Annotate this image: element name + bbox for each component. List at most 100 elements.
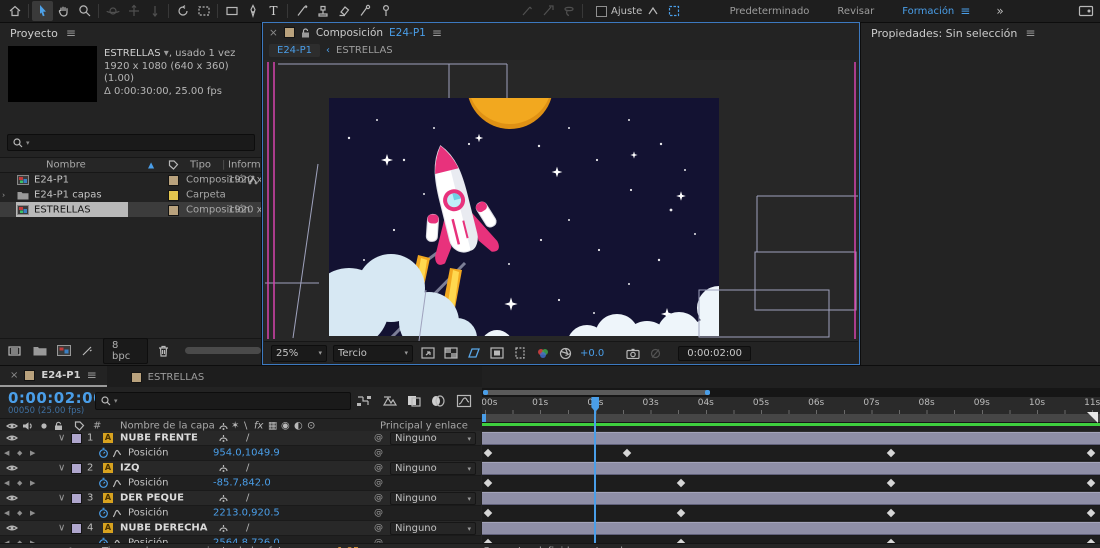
property-name[interactable]: Posición	[128, 448, 169, 459]
playhead-line[interactable]	[594, 397, 596, 543]
mask-visibility-icon[interactable]	[465, 345, 482, 361]
comp-end-marker[interactable]	[1087, 412, 1098, 423]
frame-blend-column-icon[interactable]: ▦	[268, 420, 277, 431]
search-caret-icon[interactable]: ▾	[26, 139, 30, 147]
keyframe-diamond[interactable]	[677, 509, 685, 517]
graph-toggle-icon[interactable]	[112, 449, 122, 458]
grid-guides-select[interactable]: Tercio ▾	[333, 345, 413, 362]
new-folder-icon[interactable]	[33, 345, 47, 356]
property-name[interactable]: Posición	[128, 508, 169, 519]
layer-duration-bar[interactable]	[482, 432, 1100, 445]
workspace-tab-predeterminado[interactable]: Predeterminado	[730, 6, 810, 17]
properties-panel-header[interactable]: Propiedades: Sin selección ≡	[861, 23, 1100, 43]
keyframe-track[interactable]	[482, 506, 1100, 521]
draft-3d-icon[interactable]	[382, 394, 398, 408]
property-pickwhip-icon[interactable]: @	[374, 508, 383, 518]
stopwatch-icon[interactable]	[98, 478, 109, 489]
region-of-interest-button-icon[interactable]	[488, 345, 505, 361]
graph-toggle-icon[interactable]	[112, 509, 122, 518]
interpret-footage-icon[interactable]	[8, 345, 23, 357]
panel-menu-icon[interactable]: ≡	[87, 368, 97, 382]
graph-toggle-icon[interactable]	[112, 479, 122, 488]
delete-trash-icon[interactable]	[158, 345, 169, 357]
project-row-e24p1[interactable]: E24-P1 Composición 1920 x ..	[0, 172, 261, 187]
expander-icon[interactable]: ∨	[58, 523, 65, 534]
timeline-navigator[interactable]	[482, 388, 1100, 397]
brush-tool[interactable]	[291, 1, 312, 21]
snap-options-icon[interactable]	[642, 1, 663, 21]
project-row-e24p1-capas[interactable]: › E24-P1 capas Carpeta	[0, 187, 261, 202]
keyframe-diamond[interactable]	[886, 509, 894, 517]
render-wand-icon[interactable]	[81, 345, 93, 357]
property-row-posicion[interactable]: ◀ ◆ ▶ Posición -85.7,842.0 @	[0, 476, 481, 491]
region-of-interest-icon[interactable]	[193, 1, 214, 21]
snap-checkbox[interactable]	[596, 6, 607, 17]
quality-switch[interactable]: /	[246, 523, 249, 534]
rectangle-tool[interactable]	[221, 1, 242, 21]
property-row-posicion[interactable]: ◀ ◆ ▶ Posición 954.0,1049.9 @	[0, 446, 481, 461]
lasso-icon[interactable]	[558, 1, 579, 21]
layer-color-swatch[interactable]	[71, 493, 82, 504]
shy-icon[interactable]	[218, 421, 229, 431]
layer-duration-bar-row[interactable]	[482, 491, 1100, 506]
keyframe-track[interactable]	[482, 446, 1100, 461]
next-keyframe-icon[interactable]: ▶	[30, 479, 35, 487]
zoom-level-select[interactable]: 25% ▾	[271, 345, 327, 362]
workspace-tab-revisar[interactable]: Revisar	[837, 6, 874, 17]
property-value[interactable]: 2213.0,920.5	[213, 508, 280, 519]
timeline-tab-estrellas[interactable]: ESTRELLAS	[121, 367, 215, 387]
quality-switch[interactable]: /	[246, 463, 249, 474]
channel-rgb-icon[interactable]	[534, 345, 551, 361]
parent-select[interactable]: Ninguno ▾	[390, 432, 476, 445]
layer-row-nube-derecha[interactable]: ∨ 4 A NUBE DERECHA / @ Ninguno ▾	[0, 521, 481, 536]
eye-icon[interactable]	[6, 464, 18, 472]
panel-menu-icon[interactable]: ≡	[66, 26, 76, 40]
vertex-tool[interactable]	[537, 1, 558, 21]
close-icon[interactable]: ×	[269, 27, 278, 39]
keyframe-diamond[interactable]	[886, 449, 894, 457]
expander-icon[interactable]: ›	[2, 190, 5, 199]
show-snapshot-icon[interactable]	[647, 345, 664, 361]
zoom-tool[interactable]	[74, 1, 95, 21]
viewer-timecode[interactable]: 0:00:02:00	[678, 346, 751, 361]
stopwatch-icon[interactable]	[98, 448, 109, 459]
workspace-overflow-chevron[interactable]: »	[996, 4, 1003, 18]
adjustment-layer-column-icon[interactable]: ◐	[294, 420, 303, 431]
label-swatch[interactable]	[168, 175, 179, 186]
property-pickwhip-icon[interactable]: @	[374, 478, 383, 488]
breadcrumb-active-comp[interactable]: E24-P1	[269, 44, 320, 57]
navigator-bar[interactable]	[483, 390, 710, 395]
viewer-pasteboard[interactable]	[264, 60, 858, 341]
layer-name[interactable]: NUBE FRENTE	[120, 433, 198, 444]
project-item-name[interactable]: E24-P1 capas	[34, 189, 102, 200]
composition-mini-flowchart-icon[interactable]	[356, 394, 372, 408]
previous-keyframe-icon[interactable]: ◀	[4, 449, 9, 457]
text-tool[interactable]: T	[263, 1, 284, 21]
quality-icon[interactable]: \	[244, 420, 247, 431]
layer-name[interactable]: NUBE DERECHA	[120, 523, 208, 534]
motion-blur-column-icon[interactable]: ◉	[281, 420, 290, 431]
audio-speaker-icon[interactable]	[22, 421, 33, 430]
layer-duration-bar-row[interactable]	[482, 431, 1100, 446]
navigator-start-handle[interactable]	[483, 390, 488, 395]
next-keyframe-icon[interactable]: ▶	[30, 509, 35, 517]
property-pickwhip-icon[interactable]: @	[374, 448, 383, 458]
media-browser-icon[interactable]	[1075, 1, 1096, 21]
collapse-switch-icon[interactable]	[218, 493, 229, 503]
column-informacion[interactable]: Información..	[228, 160, 261, 171]
column-nombre[interactable]: Nombre	[46, 160, 86, 171]
layer-name[interactable]: IZQ	[120, 463, 139, 474]
breadcrumb-parent-comp[interactable]: ESTRELLAS	[336, 45, 393, 56]
eye-icon[interactable]	[6, 524, 18, 532]
pen-tool[interactable]	[242, 1, 263, 21]
layer-duration-bar[interactable]	[482, 462, 1100, 475]
column-parent-link[interactable]: Principal y enlace	[380, 420, 468, 431]
always-preview-icon[interactable]	[419, 345, 436, 361]
layer-row-der-peque[interactable]: ∨ 3 A DER PEQUE / @ Ninguno ▾	[0, 491, 481, 506]
work-area-bar[interactable]	[482, 414, 1100, 423]
orbit-camera-tool[interactable]	[102, 1, 123, 21]
roto-brush-tool[interactable]	[354, 1, 375, 21]
project-row-estrellas-selected[interactable]: ESTRELLAS Composición 1920 x ..	[0, 202, 261, 217]
transparency-grid-icon[interactable]	[442, 345, 459, 361]
three-d-layer-column-icon[interactable]: ⊙	[307, 420, 315, 431]
